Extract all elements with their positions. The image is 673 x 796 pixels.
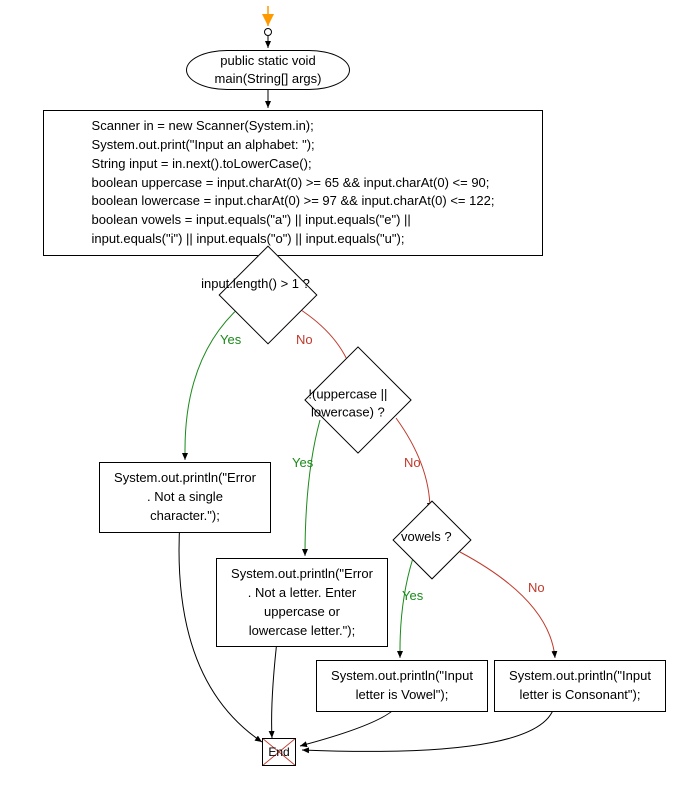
label-yes-3: Yes [402, 588, 423, 603]
terminal-main-text: public static void main(String[] args) [215, 52, 322, 88]
process-err-single: System.out.println("Error . Not a single… [99, 462, 271, 533]
label-no-1: No [296, 332, 313, 347]
process-out-cons-text: System.out.println("Input letter is Cons… [509, 667, 651, 705]
process-out-vowel-text: System.out.println("Input letter is Vowe… [331, 667, 473, 705]
process-err-letter-text: System.out.println("Error . Not a letter… [231, 565, 373, 640]
label-yes-1: Yes [220, 332, 241, 347]
label-yes-2: Yes [292, 455, 313, 470]
process-out-vowel: System.out.println("Input letter is Vowe… [316, 660, 488, 712]
start-node [264, 28, 272, 36]
process-err-single-text: System.out.println("Error . Not a single… [114, 469, 256, 526]
decision-length-text: input.length() > 1 ? [201, 276, 310, 291]
process-init-text: Scanner in = new Scanner(System.in); Sys… [92, 117, 495, 249]
label-no-2: No [404, 455, 421, 470]
process-out-cons: System.out.println("Input letter is Cons… [494, 660, 666, 712]
decision-vowels-text: vowels ? [401, 529, 452, 544]
flowchart-canvas: public static void main(String[] args) S… [0, 0, 673, 796]
terminal-main: public static void main(String[] args) [186, 50, 350, 90]
terminal-end: End [262, 738, 296, 766]
decision-letter-text: !(uppercase || lowercase) ? [309, 386, 388, 419]
process-err-letter: System.out.println("Error . Not a letter… [216, 558, 388, 647]
label-no-3: No [528, 580, 545, 595]
process-init: Scanner in = new Scanner(System.in); Sys… [43, 110, 543, 256]
terminal-end-text: End [268, 745, 289, 759]
